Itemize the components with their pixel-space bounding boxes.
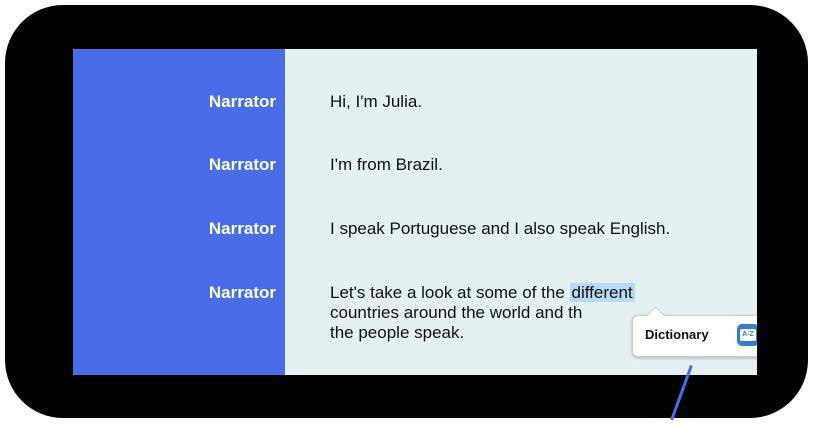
transcript-text: countries around the world and th: [330, 303, 583, 322]
transcript-text: the people speak.: [330, 323, 465, 342]
transcript-text: Let's take a look at some of the: [330, 283, 570, 302]
dictionary-icon[interactable]: [737, 324, 757, 346]
speaker-label: Narrator: [208, 219, 276, 238]
transcript-line[interactable]: I speak Portuguese and I also speak Engl…: [330, 219, 750, 239]
transcript-line[interactable]: Hi, I'm Julia.: [330, 92, 750, 112]
dictionary-label: Dictionary: [645, 327, 709, 342]
dictionary-popup[interactable]: Dictionary: [632, 306, 757, 357]
speaker-label: Narrator: [208, 283, 276, 302]
speaker-label: Narrator: [208, 92, 276, 111]
transcript-panel: Narrator Hi, I'm Julia. Narrator I'm fro…: [73, 49, 757, 375]
highlighted-word[interactable]: different: [569, 283, 635, 302]
speaker-label: Narrator: [208, 155, 276, 174]
transcript-line[interactable]: I'm from Brazil.: [330, 155, 750, 175]
